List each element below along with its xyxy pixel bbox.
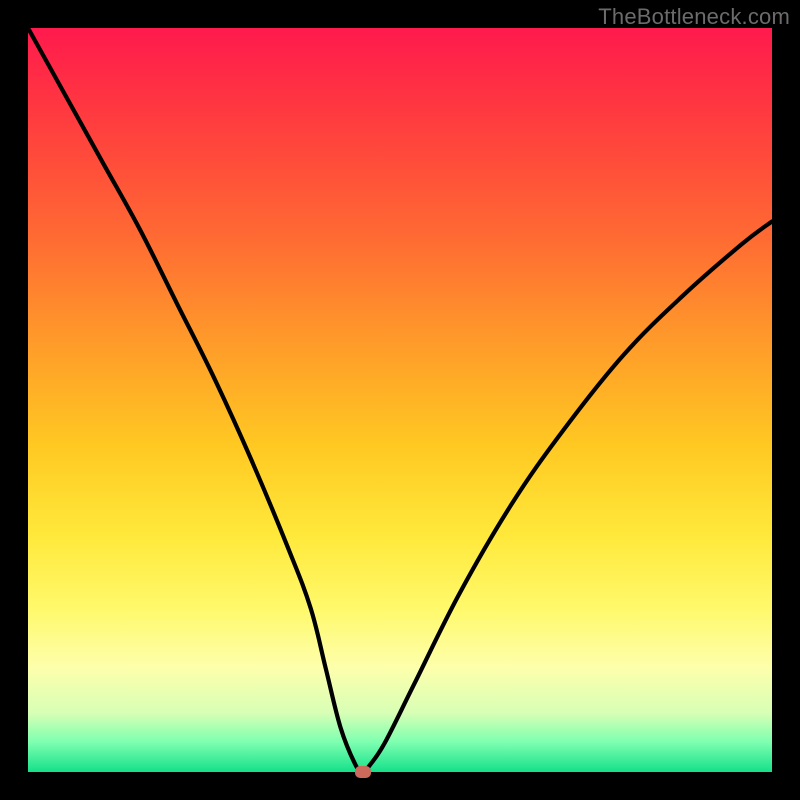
optimal-point-marker <box>355 766 371 778</box>
bottleneck-curve <box>28 28 772 772</box>
chart-frame: TheBottleneck.com <box>0 0 800 800</box>
curve-path <box>28 28 772 772</box>
watermark-text: TheBottleneck.com <box>598 4 790 30</box>
